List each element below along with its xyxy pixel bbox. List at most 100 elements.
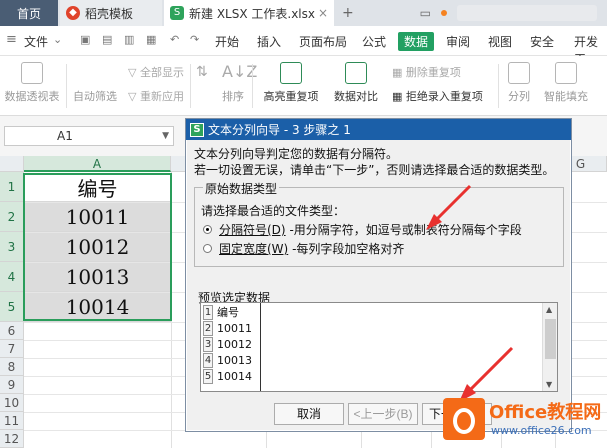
- menu-formulas[interactable]: 公式: [362, 33, 386, 50]
- preview-row-number: 4: [203, 353, 213, 368]
- tab-bar: 首页 ◆ 稻壳模板 S 新建 XLSX 工作表.xlsx × + ▭: [0, 0, 607, 26]
- select-all-corner[interactable]: [0, 156, 24, 172]
- filter-funnel-icon: [84, 62, 106, 84]
- menu-security[interactable]: 安全: [530, 33, 554, 50]
- delimited-name: 分隔符号(D): [219, 223, 286, 237]
- column-header-a[interactable]: A: [24, 156, 171, 172]
- row-header-2[interactable]: 2: [0, 202, 24, 232]
- scroll-down-icon[interactable]: ▼: [546, 380, 552, 389]
- menu-insert[interactable]: 插入: [257, 33, 281, 50]
- daoke-logo-icon: ◆: [66, 6, 80, 20]
- preview-row-text: 编号: [217, 306, 239, 319]
- smart-fill-button[interactable]: 智能填充: [540, 62, 592, 104]
- new-tab-icon[interactable]: +: [342, 5, 354, 21]
- cell-a3[interactable]: 10012: [24, 233, 171, 262]
- data-type-group-title: 原始数据类型: [203, 180, 280, 197]
- sort-button[interactable]: A↓Z 排序: [218, 62, 258, 104]
- highlight-duplicates-button[interactable]: 高亮重复项: [258, 62, 324, 104]
- hamburger-menu-icon[interactable]: ≡: [6, 33, 18, 46]
- data-compare-button[interactable]: 数据对比: [330, 62, 382, 104]
- preview-box[interactable]: 1编号 210011 310012 410013 510014 6 ▲ ▼: [200, 302, 558, 392]
- notification-dot-icon: [441, 10, 447, 16]
- row-header-8[interactable]: 8: [0, 358, 24, 376]
- menu-data[interactable]: 数据: [398, 32, 435, 51]
- cell-a1[interactable]: 编号: [24, 173, 171, 202]
- scroll-up-icon[interactable]: ▲: [546, 305, 552, 314]
- watermark-url: www.office26.com: [491, 424, 592, 437]
- row-header-7[interactable]: 7: [0, 340, 24, 358]
- cell-a2[interactable]: 10011: [24, 203, 171, 232]
- cell-a4[interactable]: 10013: [24, 263, 171, 292]
- show-all-button[interactable]: ▽ 全部显示: [128, 64, 184, 80]
- name-box-value: A1: [57, 129, 73, 143]
- show-all-label: 全部显示: [139, 66, 184, 79]
- row-header-9[interactable]: 9: [0, 376, 24, 394]
- radio-delimited-label[interactable]: 分隔符号(D) -用分隔字符，如逗号或制表符分隔每个字段: [219, 221, 522, 238]
- dialog-title: 文本分列向导 - 3 步骤之 1: [208, 123, 351, 137]
- account-area[interactable]: [457, 5, 597, 21]
- radio-fixed-width[interactable]: [203, 244, 212, 253]
- row-header-12[interactable]: 12: [0, 430, 24, 448]
- row-header-6[interactable]: 6: [0, 322, 24, 340]
- split-column-button[interactable]: 分列: [502, 62, 536, 104]
- name-box-dropdown-icon[interactable]: ▼: [162, 127, 169, 145]
- row-header-4[interactable]: 4: [0, 262, 24, 292]
- pivot-table-label: 数据透视表: [4, 90, 60, 103]
- format-painter-icon[interactable]: ▦: [146, 34, 158, 46]
- data-type-group: 原始数据类型 请选择最合适的文件类型： 分隔符号(D) -用分隔字符，如逗号或制…: [194, 180, 564, 267]
- print-icon[interactable]: ▤: [102, 34, 114, 46]
- row-header-5[interactable]: 5: [0, 292, 24, 322]
- monitor-icon[interactable]: ▭: [420, 6, 431, 20]
- reapply-button[interactable]: ▽ 重新应用: [128, 88, 184, 104]
- chevron-down-icon[interactable]: ⌄: [53, 34, 65, 46]
- preview-column-separator: [260, 303, 261, 391]
- row-header-1[interactable]: 1: [0, 172, 24, 202]
- sort-label: 排序: [222, 90, 244, 103]
- undo-icon[interactable]: ↶: [170, 34, 182, 46]
- preview-row-text: 10013: [217, 354, 252, 367]
- fixed-width-name: 固定宽度(W): [219, 242, 289, 256]
- data-compare-icon: [345, 62, 367, 84]
- delete-duplicates-label: 删除重复项: [405, 66, 461, 79]
- save-icon[interactable]: ▣: [80, 34, 92, 46]
- delete-duplicates-button[interactable]: ▦ 删除重复项: [392, 64, 461, 80]
- previous-step-button[interactable]: <上一步(B): [348, 403, 418, 425]
- autofilter-button[interactable]: 自动筛选: [72, 62, 118, 104]
- spreadsheet-file-icon: S: [170, 6, 184, 20]
- radio-delimited[interactable]: [203, 225, 212, 234]
- watermark-title: Office教程网: [489, 402, 602, 423]
- sort-ascending-icon[interactable]: ⇅: [196, 64, 208, 80]
- titlebar-right: ▭: [420, 0, 607, 26]
- menu-home[interactable]: 开始: [215, 33, 239, 50]
- gridline: [171, 172, 172, 448]
- delimited-desc: -用分隔字符，如逗号或制表符分隔每个字段: [289, 223, 522, 237]
- row-header-11[interactable]: 11: [0, 412, 24, 430]
- tab-home[interactable]: 首页: [0, 0, 58, 26]
- tab-daoke-template[interactable]: ◆ 稻壳模板: [60, 0, 162, 26]
- reject-duplicates-button[interactable]: ▦ 拒绝录入重复项: [392, 88, 483, 104]
- row-header-3[interactable]: 3: [0, 232, 24, 262]
- preview-vertical-scrollbar[interactable]: ▲ ▼: [542, 303, 557, 391]
- name-box[interactable]: A1 ▼: [4, 126, 174, 146]
- menu-file[interactable]: 文件: [24, 33, 48, 50]
- menu-page-layout[interactable]: 页面布局: [299, 33, 347, 50]
- highlight-duplicates-label: 高亮重复项: [263, 90, 319, 103]
- menu-view[interactable]: 视图: [488, 33, 512, 50]
- cancel-button[interactable]: 取消: [274, 403, 344, 425]
- print-preview-icon[interactable]: ▥: [124, 34, 136, 46]
- reject-duplicates-label: 拒绝录入重复项: [405, 90, 483, 103]
- menu-review[interactable]: 审阅: [446, 33, 470, 50]
- pivot-table-button[interactable]: 数据透视表: [4, 62, 60, 104]
- dialog-title-bar[interactable]: S 文本分列向导 - 3 步骤之 1: [186, 119, 571, 140]
- radio-fixed-width-label[interactable]: 固定宽度(W) -每列字段加空格对齐: [219, 240, 404, 257]
- tab-workbook[interactable]: S 新建 XLSX 工作表.xlsx ×: [164, 0, 334, 26]
- scrollbar-thumb[interactable]: [545, 319, 556, 359]
- row-header-10[interactable]: 10: [0, 394, 24, 412]
- office-logo-icon: [443, 398, 485, 440]
- tab-close-icon[interactable]: ×: [318, 6, 328, 20]
- ribbon-divider: [498, 64, 499, 108]
- cell-a5[interactable]: 10014: [24, 293, 171, 322]
- sort-az-icon: A↓Z: [222, 62, 258, 81]
- split-column-label: 分列: [508, 90, 530, 103]
- redo-icon[interactable]: ↷: [190, 34, 202, 46]
